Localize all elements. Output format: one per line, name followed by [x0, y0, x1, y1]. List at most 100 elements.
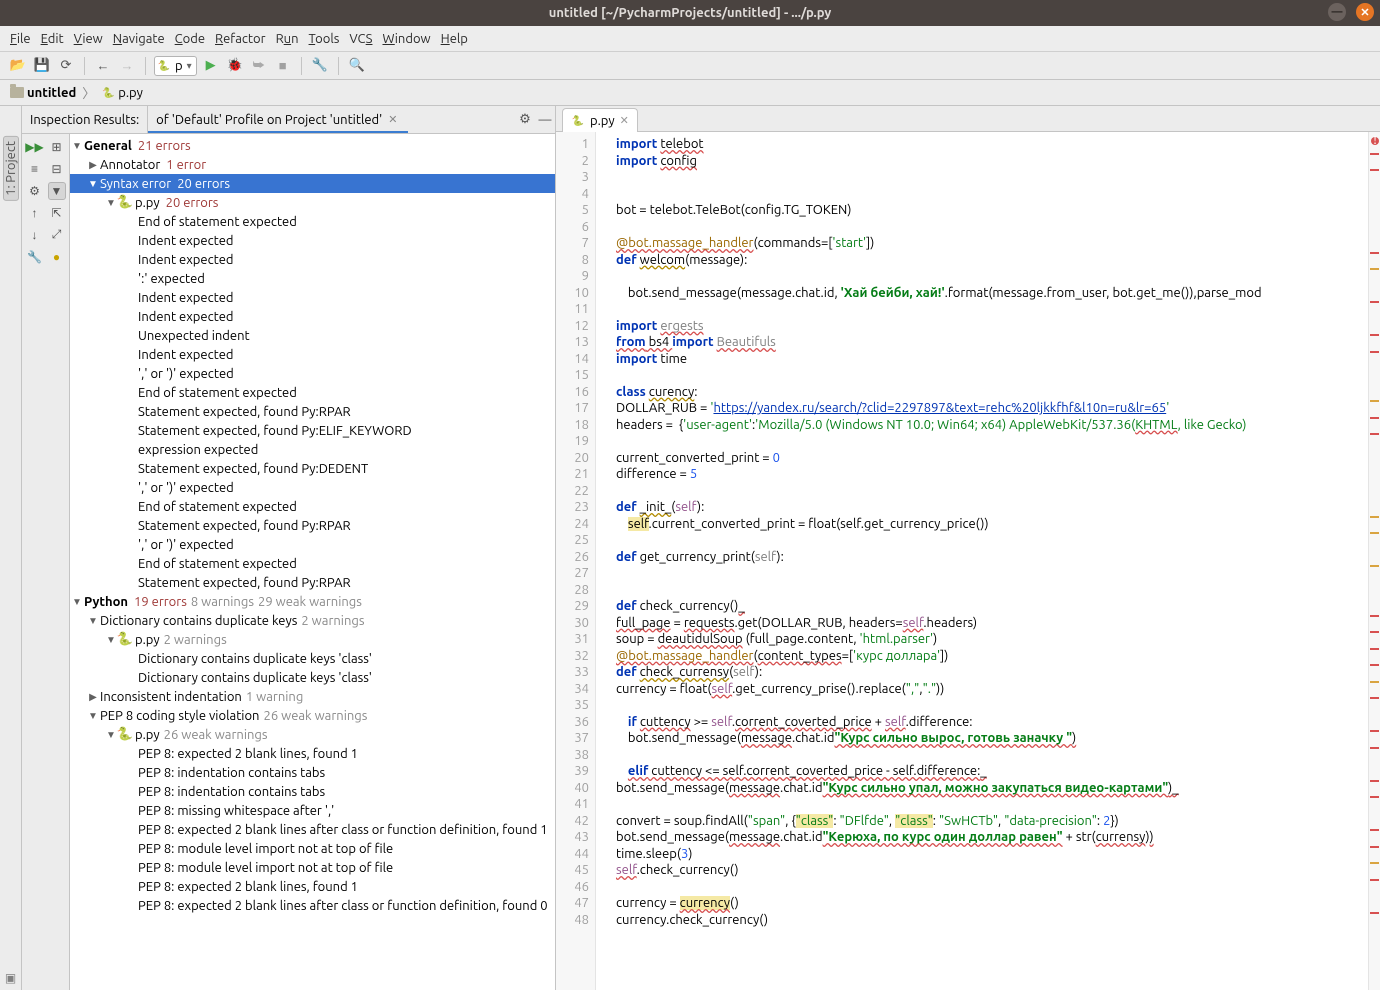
window-minimize-button[interactable]: —	[1328, 3, 1346, 21]
tree-item[interactable]: End of statement expected	[70, 554, 555, 573]
tree-item[interactable]: Indent expected	[70, 231, 555, 250]
window-close-button[interactable]: ✕	[1356, 3, 1374, 21]
project-toolwindow-tab[interactable]: 1: Project	[3, 136, 19, 201]
main-menubar: File Edit View Navigate Code Refactor Ru…	[0, 26, 1380, 52]
tree-file[interactable]: ▼🐍 p.py 20 errors	[70, 193, 555, 212]
tree-item[interactable]: PEP 8: module level import not at top of…	[70, 858, 555, 877]
menu-run[interactable]: Run	[272, 30, 303, 48]
code-area[interactable]: import telebotimport configbot = telebot…	[608, 132, 1368, 990]
menu-navigate[interactable]: Navigate	[109, 30, 169, 48]
menu-edit[interactable]: Edit	[37, 30, 68, 48]
tree-item[interactable]: PEP 8: expected 2 blank lines after clas…	[70, 896, 555, 915]
stop-button-icon[interactable]: ■	[273, 56, 293, 76]
group-by-icon[interactable]: ≡	[26, 160, 44, 178]
python-file-icon: 🐍	[118, 633, 132, 647]
tree-item[interactable]: ',' or ')' expected	[70, 535, 555, 554]
export-icon[interactable]: ⇱	[48, 204, 66, 222]
tree-item[interactable]: Statement expected, found Py:ELIF_KEYWOR…	[70, 421, 555, 440]
tree-item[interactable]: End of statement expected	[70, 383, 555, 402]
tree-item[interactable]: Indent expected	[70, 250, 555, 269]
tree-item[interactable]: Dictionary contains duplicate keys 'clas…	[70, 668, 555, 687]
hide-panel-icon[interactable]: —	[535, 113, 555, 127]
tree-item[interactable]: PEP 8: expected 2 blank lines, found 1	[70, 744, 555, 763]
bulb-icon[interactable]: ●	[48, 248, 66, 266]
menu-refactor[interactable]: Refactor	[211, 30, 270, 48]
tree-item[interactable]: PEP 8: expected 2 blank lines, found 1	[70, 877, 555, 896]
tree-item[interactable]: ':' expected	[70, 269, 555, 288]
run-button-icon[interactable]: ▶	[201, 56, 221, 76]
close-tab-icon[interactable]: ✕	[388, 113, 397, 126]
nav-forward-icon[interactable]: →	[117, 56, 137, 76]
prev-icon[interactable]: ↑	[26, 204, 44, 222]
line-number-gutter[interactable]: 1234567891011121314151617181920212223242…	[556, 132, 596, 990]
menu-tools[interactable]: Tools	[305, 30, 344, 48]
tree-group-python[interactable]: ▼Python 19 errors 8 warnings 29 weak war…	[70, 592, 555, 611]
menu-vcs[interactable]: VCS	[345, 30, 376, 48]
tree-item[interactable]: Dictionary contains duplicate keys 'clas…	[70, 649, 555, 668]
open-icon[interactable]: 📂	[8, 56, 28, 76]
tree-group-pep8[interactable]: ▼PEP 8 coding style violation 26 weak wa…	[70, 706, 555, 725]
menu-file[interactable]: File	[6, 30, 35, 48]
tree-item[interactable]: Indent expected	[70, 288, 555, 307]
tree-item[interactable]: ',' or ')' expected	[70, 364, 555, 383]
tree-item[interactable]: Statement expected, found Py:DEDENT	[70, 459, 555, 478]
structure-icon[interactable]: ▣	[3, 970, 19, 986]
tree-file[interactable]: ▼🐍 p.py 2 warnings	[70, 630, 555, 649]
expand-icon[interactable]: ⊞	[48, 138, 66, 156]
next-icon[interactable]: ↓	[26, 226, 44, 244]
menu-view[interactable]: View	[70, 30, 107, 48]
tree-group-syntax-error[interactable]: ▼Syntax error 20 errors	[70, 174, 555, 193]
collapse-icon[interactable]: ⊟	[48, 160, 66, 178]
error-stripe[interactable]: !	[1368, 132, 1380, 990]
tree-item[interactable]: Indent expected	[70, 307, 555, 326]
breadcrumb-file[interactable]: 🐍 p.py	[97, 84, 147, 102]
tree-file[interactable]: ▼🐍 p.py 26 weak warnings	[70, 725, 555, 744]
close-tab-icon[interactable]: ✕	[620, 114, 629, 127]
window-title: untitled [~/PycharmProjects/untitled] - …	[549, 6, 832, 20]
tree-item[interactable]: Unexpected indent	[70, 326, 555, 345]
settings-icon[interactable]: ⚙	[26, 182, 44, 200]
folder-icon	[10, 87, 24, 98]
build-icon[interactable]: 🔧	[310, 56, 330, 76]
tree-item[interactable]: Indent expected	[70, 345, 555, 364]
breadcrumb-project[interactable]: untitled	[6, 84, 80, 102]
tree-group-general[interactable]: ▼General 21 errors	[70, 136, 555, 155]
inspection-tree[interactable]: ▼General 21 errors ▶Annotator 1 error ▼S…	[70, 134, 555, 990]
menu-window[interactable]: Window	[378, 30, 434, 48]
run-coverage-icon[interactable]: ⮩	[249, 56, 269, 76]
fix-icon[interactable]: 🔧	[26, 248, 44, 266]
editor-tab-ppy[interactable]: 🐍 p.py ✕	[562, 108, 638, 132]
menu-code[interactable]: Code	[171, 30, 209, 48]
nav-back-icon[interactable]: ←	[93, 56, 113, 76]
gear-icon[interactable]: ⚙	[515, 112, 535, 127]
tree-item[interactable]: PEP 8: indentation contains tabs	[70, 782, 555, 801]
run-config-selector[interactable]: 🐍 p ▾	[154, 56, 197, 76]
tree-item[interactable]: Statement expected, found Py:RPAR	[70, 402, 555, 421]
code-editor[interactable]: 1234567891011121314151617181920212223242…	[556, 132, 1380, 990]
sync-icon[interactable]: ⟳	[56, 56, 76, 76]
tree-item[interactable]: expression expected	[70, 440, 555, 459]
menu-help[interactable]: Help	[437, 30, 472, 48]
tree-item[interactable]: Statement expected, found Py:RPAR	[70, 573, 555, 592]
tree-item[interactable]: ',' or ')' expected	[70, 478, 555, 497]
debug-button-icon[interactable]: 🐞	[225, 56, 245, 76]
tree-group-indent[interactable]: ▶Inconsistent indentation 1 warning	[70, 687, 555, 706]
chevron-down-icon: ▾	[187, 60, 192, 72]
tree-item[interactable]: PEP 8: expected 2 blank lines after clas…	[70, 820, 555, 839]
search-icon[interactable]: 🔍	[347, 56, 367, 76]
open-ext-icon[interactable]: ⤢	[48, 226, 66, 244]
inspection-profile-tab[interactable]: of 'Default' Profile on Project 'untitle…	[148, 106, 407, 133]
tree-item[interactable]: Statement expected, found Py:RPAR	[70, 516, 555, 535]
inspection-title: Inspection Results:	[22, 106, 148, 133]
tree-item[interactable]: PEP 8: indentation contains tabs	[70, 763, 555, 782]
tree-item[interactable]: PEP 8: module level import not at top of…	[70, 839, 555, 858]
tree-item[interactable]: End of statement expected	[70, 497, 555, 516]
tree-item[interactable]: PEP 8: missing whitespace after ','	[70, 801, 555, 820]
tree-group-dupkeys[interactable]: ▼Dictionary contains duplicate keys 2 wa…	[70, 611, 555, 630]
filter-icon[interactable]: ▼	[48, 182, 66, 200]
save-icon[interactable]: 💾	[32, 56, 52, 76]
run-config-name: p	[175, 59, 183, 73]
tree-group-annotator[interactable]: ▶Annotator 1 error	[70, 155, 555, 174]
rerun-icon[interactable]: ▶▶	[26, 138, 44, 156]
tree-item[interactable]: End of statement expected	[70, 212, 555, 231]
